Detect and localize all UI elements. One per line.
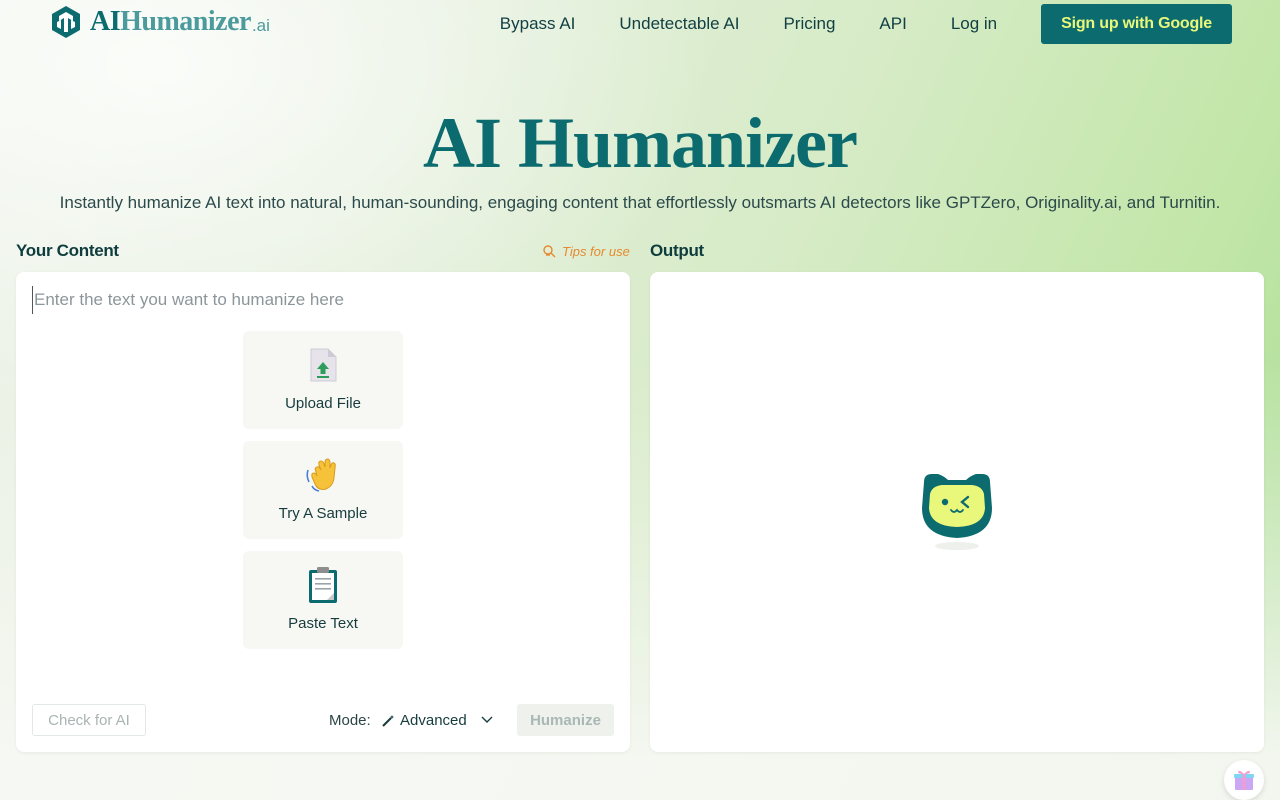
tips-link[interactable]: Tips for use [542, 244, 630, 259]
brand-name: AIHumanizer [90, 6, 251, 38]
content-input[interactable] [32, 286, 612, 314]
brand-suffix: .ai [251, 16, 270, 35]
mode-dropdown[interactable]: Advanced [382, 708, 493, 732]
site-header: AIHumanizer .ai Bypass AI Undetectable A… [0, 0, 1280, 48]
humanize-button[interactable]: Humanize [517, 704, 614, 736]
paste-text-label: Paste Text [288, 615, 358, 632]
tips-label: Tips for use [562, 244, 630, 259]
gift-icon [1234, 770, 1254, 790]
try-sample-label: Try A Sample [278, 505, 368, 522]
gift-button[interactable] [1224, 760, 1264, 800]
logo-mark-icon [52, 6, 80, 38]
magic-wand-icon [382, 714, 394, 727]
check-for-ai-button[interactable]: Check for AI [32, 704, 146, 736]
mode-label: Mode: [329, 712, 371, 729]
brand-name-light: Humanizer [120, 6, 251, 37]
nav-link-login[interactable]: Log in [951, 14, 997, 34]
upload-file-button[interactable]: Upload File [243, 331, 403, 429]
paste-text-button[interactable]: Paste Text [243, 551, 403, 649]
brand-logo[interactable]: AIHumanizer .ai [48, 2, 270, 42]
chevron-down-icon [481, 716, 493, 723]
nav-link-api[interactable]: API [879, 14, 906, 34]
mode-value: Advanced [400, 711, 467, 729]
clipboard-icon [309, 567, 337, 603]
lightbulb-icon [543, 245, 556, 258]
upload-file-label: Upload File [285, 395, 361, 412]
output-card [650, 272, 1264, 752]
nav-link-bypass-ai[interactable]: Bypass AI [500, 14, 576, 34]
nav-link-pricing[interactable]: Pricing [783, 14, 835, 34]
page-subtitle: Instantly humanize AI text into natural,… [59, 193, 1221, 212]
upload-file-icon [310, 348, 337, 382]
top-nav: Bypass AI Undetectable AI Pricing API Lo… [500, 4, 1232, 44]
waving-hand-icon [306, 458, 336, 492]
page-title: AI Humanizer [423, 103, 858, 183]
try-sample-button[interactable]: Try A Sample [243, 441, 403, 539]
winking-mascot-icon [922, 474, 992, 550]
input-panel-label: Your Content [16, 241, 119, 260]
signup-google-button[interactable]: Sign up with Google [1041, 4, 1232, 44]
output-panel-label: Output [650, 241, 704, 260]
input-card: Upload File Try A Sample Paste Text [16, 272, 630, 752]
brand-name-strong: AI [90, 6, 121, 37]
nav-link-undetectable-ai[interactable]: Undetectable AI [619, 14, 739, 34]
